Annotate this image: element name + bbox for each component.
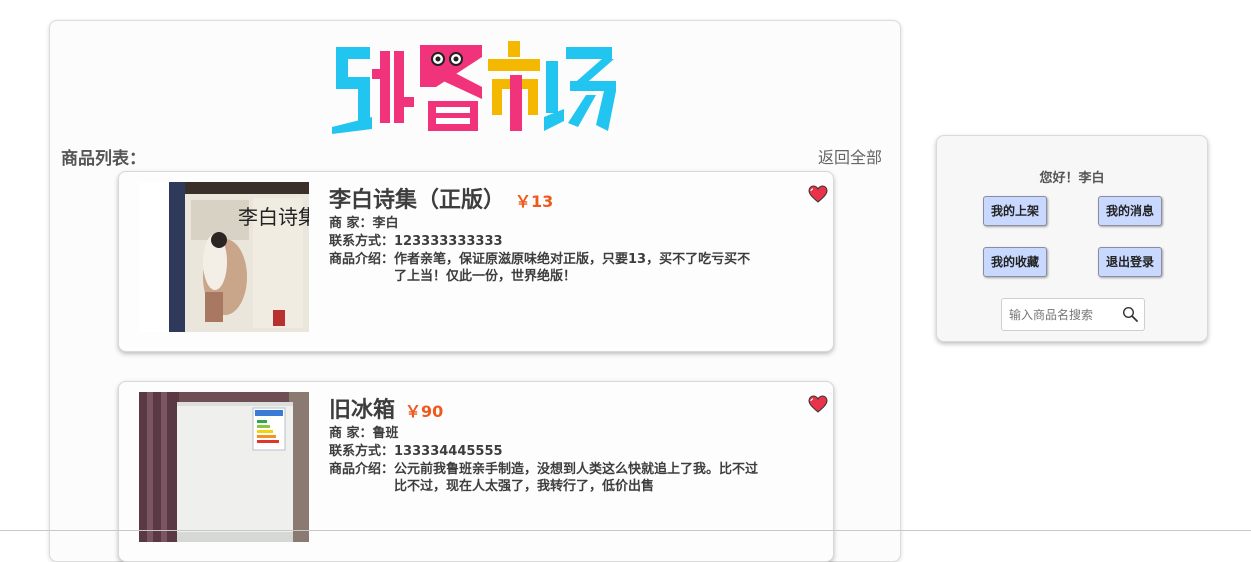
product-price: ￥90 — [405, 402, 444, 421]
favorite-heart-icon[interactable] — [808, 395, 828, 413]
seller-value: 李白 — [372, 216, 399, 231]
my-favorites-button[interactable]: 我的收藏 — [983, 247, 1048, 277]
product-name[interactable]: 旧冰箱 — [329, 392, 395, 424]
contact-value: 133334445555 — [394, 444, 503, 459]
search-input[interactable] — [1007, 304, 1123, 326]
site-logo — [332, 39, 617, 134]
user-greeting: 您好！李白 — [1039, 171, 1105, 186]
product-list-panel: 商品列表： 返回全部 李白诗集 李白诗集（正版） ￥13 — [49, 20, 901, 562]
description-label: 商品介绍： — [329, 252, 395, 267]
book-cover-text: 李白诗集 — [238, 205, 309, 229]
seller-value: 鲁班 — [372, 426, 399, 441]
product-name[interactable]: 李白诗集（正版） — [329, 182, 505, 214]
search-box — [1001, 298, 1145, 331]
product-price: ￥13 — [515, 192, 554, 211]
seller-label: 商 家： — [329, 216, 373, 231]
page-bottom-divider — [0, 530, 1251, 531]
product-card[interactable]: 李白诗集 李白诗集（正版） ￥13 商 家： 李白 联系方式： 12333333… — [118, 171, 834, 352]
contact-label: 联系方式： — [329, 444, 395, 459]
return-all-link[interactable]: 返回全部 — [818, 144, 882, 168]
contact-value: 123333333333 — [394, 234, 503, 249]
seller-label: 商 家： — [329, 426, 373, 441]
my-listings-button[interactable]: 我的上架 — [983, 196, 1048, 226]
user-panel: 您好！李白 我的上架 我的消息 我的收藏 退出登录 — [936, 135, 1208, 342]
my-messages-button[interactable]: 我的消息 — [1098, 196, 1163, 226]
logout-button[interactable]: 退出登录 — [1098, 247, 1163, 277]
product-list-title: 商品列表： — [61, 149, 146, 169]
description-value: 公元前我鲁班亲手制造，没想到人类这么快就追上了我。比不过比不过，现在人太强了，我… — [394, 462, 759, 494]
fridge-photo-image[interactable] — [139, 392, 309, 542]
search-icon[interactable] — [1122, 306, 1138, 322]
contact-label: 联系方式： — [329, 234, 395, 249]
description-label: 商品介绍： — [329, 462, 395, 477]
favorite-heart-icon[interactable] — [808, 185, 828, 203]
book-cover-image[interactable]: 李白诗集 — [139, 182, 309, 332]
description-value: 作者亲笔，保证原滋原味绝对正版，只要13，买不了吃亏买不了上当！仅此一份，世界绝… — [394, 252, 751, 284]
